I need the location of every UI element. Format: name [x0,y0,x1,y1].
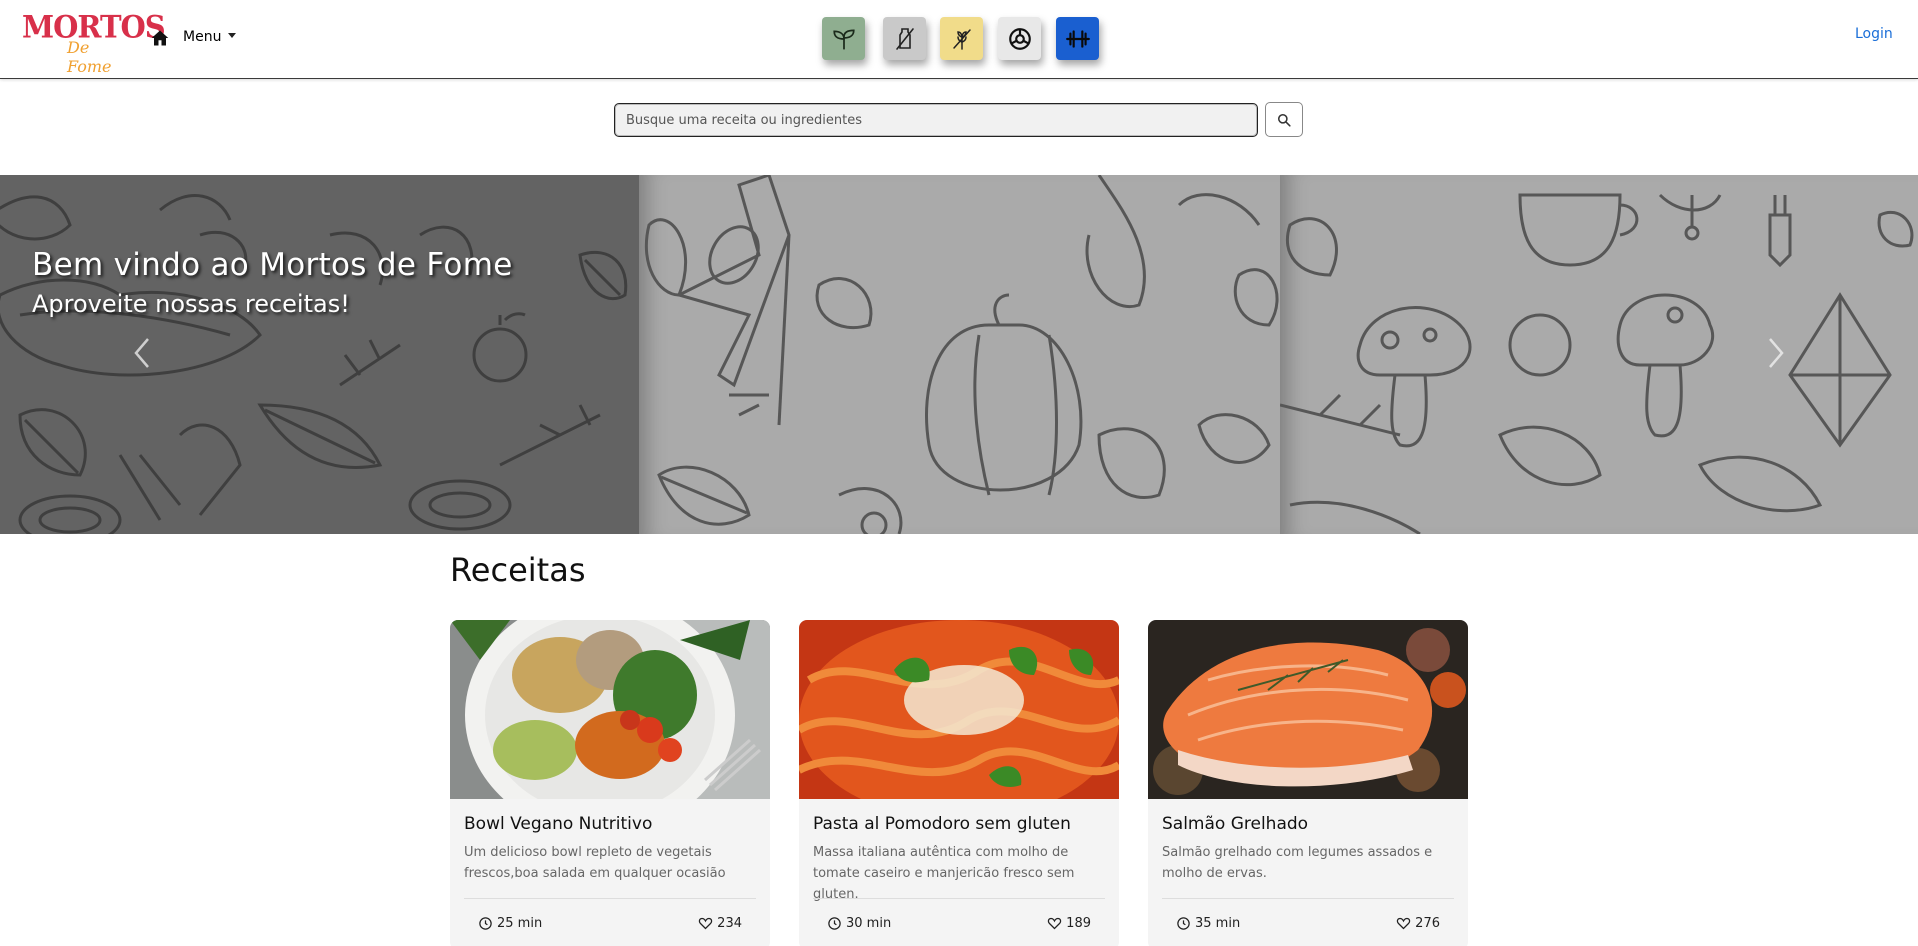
food-doodle-pattern [0,194,628,534]
carousel-subtitle: Aproveite nossas receitas! [32,290,350,318]
gluten-free-filter-button[interactable] [940,17,983,60]
navbar: MORTOS De Fome Menu Login [0,0,1918,79]
carousel-slide-1: Bem vindo ao Mortos de Fome Aproveite no… [0,175,639,534]
recipe-time: 35 min [1176,916,1240,931]
menu-label: Menu [183,29,222,45]
recipes-heading: Receitas [450,551,586,589]
recipe-time: 25 min [478,916,542,931]
recipe-title: Bowl Vegano Nutritivo [464,814,653,834]
search-icon [1277,113,1291,127]
recipe-time-value: 35 min [1195,916,1241,931]
sprout-icon [832,28,855,50]
heart-icon [1047,917,1062,930]
home-icon[interactable] [151,29,169,47]
recipe-description: Salmão grelhado com legumes assados e mo… [1162,845,1433,881]
recipe-likes-count: 276 [1415,916,1440,931]
recipe-likes-count: 234 [717,916,742,931]
recipe-description: Um delicioso bowl repleto de vegetais fr… [464,845,726,881]
recipe-likes[interactable]: 189 [1047,916,1091,931]
gluten-free-icon [952,28,971,50]
divider [1162,898,1454,899]
fitness-filter-button[interactable] [998,17,1041,60]
heart-icon [1396,917,1411,930]
heart-icon [698,917,713,930]
dumbbell-icon [1065,29,1090,48]
recipe-likes[interactable]: 276 [1396,916,1440,931]
food-doodle-pattern [1280,193,1914,534]
search-input[interactable] [614,103,1258,137]
no-dairy-icon [895,27,914,50]
protein-filter-button[interactable] [1056,17,1099,60]
carousel-slide-3 [1280,175,1918,534]
recipe-likes[interactable]: 234 [698,916,742,931]
recipe-title: Salmão Grelhado [1162,814,1309,834]
clock-icon [479,917,492,930]
login-link[interactable]: Login [1855,26,1893,42]
recipe-time-value: 30 min [846,916,892,931]
food-doodle-pattern [644,175,1279,534]
recipe-card[interactable]: Bowl Vegano Nutritivo Um delicioso bowl … [450,620,770,946]
recipe-image-salmon [1148,620,1468,799]
caret-down-icon [228,33,237,38]
recipe-card[interactable]: Pasta al Pomodoro sem gluten Massa itali… [799,620,1119,946]
logo-script-text: De Fome [67,38,112,76]
search-button[interactable] [1265,102,1303,137]
clock-icon [1177,917,1190,930]
divider [464,898,756,899]
recipe-likes-count: 189 [1066,916,1091,931]
menu-dropdown[interactable]: Menu [183,29,237,45]
brand-logo[interactable]: MORTOS De Fome [22,9,166,76]
lactose-free-filter-button[interactable] [883,17,926,60]
divider [813,898,1105,899]
recipe-image-vegan-bowl [450,620,770,799]
recipe-description: Massa italiana autêntica com molho de to… [813,845,1075,902]
recipe-time: 30 min [827,916,891,931]
recipe-title: Pasta al Pomodoro sem gluten [813,814,1071,834]
carousel-next-icon[interactable] [1762,335,1788,371]
recipe-card[interactable]: Salmão Grelhado Salmão grelhado com legu… [1148,620,1468,946]
vegan-filter-button[interactable] [822,17,865,60]
fitness-icon [1008,27,1031,50]
carousel-title: Bem vindo ao Mortos de Fome [32,247,513,283]
carousel-prev-icon[interactable] [130,335,156,371]
carousel-slide-2 [639,175,1280,534]
clock-icon [828,917,841,930]
hero-carousel: Bem vindo ao Mortos de Fome Aproveite no… [0,175,1918,534]
recipe-time-value: 25 min [497,916,543,931]
recipe-image-pasta [799,620,1119,799]
